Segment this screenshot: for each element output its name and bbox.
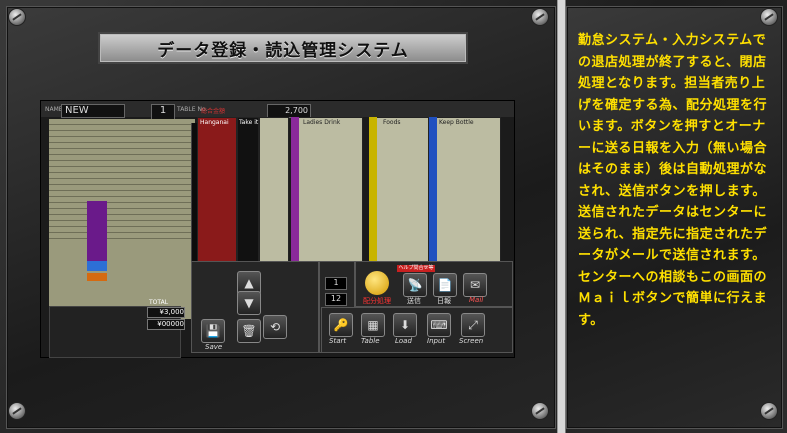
mail-label: Mail bbox=[469, 296, 484, 304]
refresh-button[interactable]: ⟲ bbox=[263, 315, 287, 339]
col-hanganai-header: Hanganai bbox=[200, 119, 229, 126]
table-takeit bbox=[237, 117, 259, 279]
haibun-button[interactable] bbox=[365, 271, 389, 295]
table-foods bbox=[369, 117, 429, 279]
table-button[interactable]: ▦ bbox=[361, 313, 385, 337]
order-pad bbox=[49, 119, 195, 319]
name-field[interactable]: NEW bbox=[61, 104, 125, 118]
screen-button[interactable]: ⤢ bbox=[461, 313, 485, 337]
col-foods-header: Foods bbox=[383, 119, 401, 126]
keep-bottle-stripe bbox=[429, 117, 437, 277]
screen-label: Screen bbox=[459, 337, 484, 345]
mail-button[interactable]: ✉ bbox=[463, 273, 487, 297]
col-keep-bottle-header: Keep Bottle bbox=[439, 119, 474, 126]
name-label: NAME bbox=[45, 106, 63, 113]
screw-icon bbox=[760, 402, 778, 420]
table-keep-bottle bbox=[429, 117, 501, 279]
help-badge: ヘルプ問合せ等 bbox=[397, 265, 435, 272]
table-hanganai bbox=[197, 117, 237, 279]
orange-cell bbox=[87, 273, 107, 281]
col-takeit-header: Take it bbox=[239, 119, 259, 126]
input-label: Input bbox=[427, 337, 446, 345]
screw-icon bbox=[531, 402, 549, 420]
haibun-label: 配分処理 bbox=[363, 297, 391, 305]
foods-stripe bbox=[369, 117, 377, 277]
amount-label: 総合金額 bbox=[201, 108, 226, 115]
report-button[interactable]: 📄 bbox=[433, 273, 457, 297]
screw-icon bbox=[760, 8, 778, 26]
window-frame: データ登録・読込管理システム NAME NEW 1 TABLE No. 総合金額… bbox=[0, 0, 787, 433]
ladies-drink-stripe bbox=[291, 117, 299, 277]
load-button[interactable]: ⬇ bbox=[393, 313, 417, 337]
total-label: TOTAL bbox=[149, 299, 169, 306]
send-button[interactable]: 📡 bbox=[403, 273, 427, 297]
counter-display-b: 12 bbox=[325, 293, 347, 306]
report-label: 日報 bbox=[437, 297, 451, 305]
table-ladies-drink bbox=[291, 117, 363, 279]
total-field: ¥3,000 bbox=[147, 307, 185, 318]
col-ladies-drink-header: Ladies Drink bbox=[303, 119, 341, 126]
table-extra bbox=[259, 117, 289, 279]
input-button[interactable]: ⌨ bbox=[427, 313, 451, 337]
counter-display-a: 1 bbox=[325, 277, 347, 290]
start-label: Start bbox=[329, 337, 347, 345]
amount-field: 2,700 bbox=[267, 104, 311, 118]
page-title: データ登録・読込管理システム bbox=[98, 32, 468, 64]
table-label: Table bbox=[361, 337, 380, 345]
description-text: 勤怠システム・入力システムでの退店処理が終了すると、閉店処理となります。担当者売… bbox=[578, 33, 768, 328]
screw-icon bbox=[531, 8, 549, 26]
start-button[interactable]: 🔑 bbox=[329, 313, 353, 337]
trash-button[interactable]: 🗑 bbox=[237, 319, 261, 343]
app-screenshot: NAME NEW 1 TABLE No. 総合金額 2,700 1 Hangan… bbox=[40, 100, 515, 358]
table-number-field[interactable]: 1 bbox=[151, 104, 175, 120]
subtotal-field: ¥00000 bbox=[147, 319, 185, 330]
screw-icon bbox=[8, 8, 26, 26]
save-label: Save bbox=[205, 343, 223, 351]
save-button[interactable]: 💾 bbox=[201, 319, 225, 343]
load-label: Load bbox=[395, 337, 412, 345]
down-arrow-button[interactable]: ▼ bbox=[237, 291, 261, 315]
blue-cell bbox=[87, 261, 107, 271]
send-label: 送信 bbox=[407, 297, 421, 305]
screw-icon bbox=[8, 402, 26, 420]
panel-divider bbox=[557, 0, 566, 433]
purple-column bbox=[87, 201, 107, 261]
